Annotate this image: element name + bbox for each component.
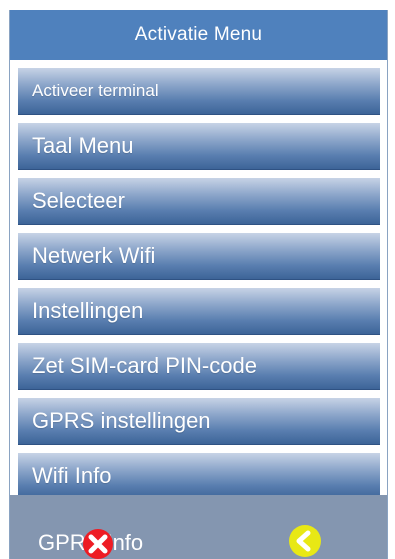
menu-item-netwerk-wifi[interactable]: Netwerk Wifi bbox=[18, 233, 380, 280]
menu-item-activeer-terminal[interactable]: Activeer terminal bbox=[18, 68, 380, 115]
close-icon[interactable] bbox=[83, 529, 113, 559]
menu-item-gprs-instellingen[interactable]: GPRS instellingen bbox=[18, 398, 380, 445]
menu-item-taal-menu[interactable]: Taal Menu bbox=[18, 123, 380, 170]
menu-item-sim-pin[interactable]: Zet SIM-card PIN-code bbox=[18, 343, 380, 390]
page-title: Activatie Menu bbox=[10, 10, 387, 60]
activation-screen: Activatie Menu Activeer terminal Taal Me… bbox=[9, 10, 388, 559]
menu-item-selecteer[interactable]: Selecteer bbox=[18, 178, 380, 225]
chevron-left-icon[interactable] bbox=[289, 525, 321, 557]
menu-item-instellingen[interactable]: Instellingen bbox=[18, 288, 380, 335]
bottom-bar: GPRS Info bbox=[10, 495, 387, 559]
menu-item-wifi-info[interactable]: Wifi Info bbox=[18, 453, 380, 500]
